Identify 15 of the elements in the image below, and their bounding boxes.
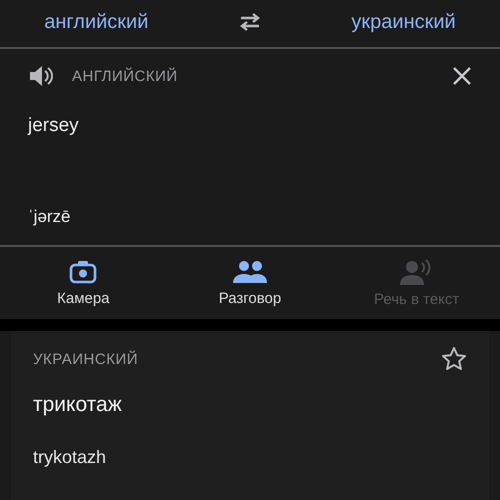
mode-button[interactable]: Разговор <box>174 260 325 306</box>
camera-icon <box>69 260 98 284</box>
translation-text: трикотаж <box>33 393 123 417</box>
source-language-button[interactable]: английский <box>44 10 148 34</box>
people-icon <box>232 260 267 284</box>
target-language-button[interactable]: украинский <box>351 10 456 34</box>
source-language-label: АНГЛИЙСКИЙ <box>72 68 178 84</box>
close-icon[interactable] <box>452 66 472 86</box>
transliteration-text: trykotazh <box>33 447 108 468</box>
input-text[interactable]: jersey <box>28 115 472 137</box>
speaker-icon[interactable] <box>28 64 54 88</box>
transcription-text: ˈjərzē <box>28 207 72 227</box>
target-language-label: УКРАИНСКИЙ <box>33 350 138 368</box>
mode-button[interactable]: Камера <box>8 260 158 306</box>
star-icon[interactable] <box>441 346 467 372</box>
